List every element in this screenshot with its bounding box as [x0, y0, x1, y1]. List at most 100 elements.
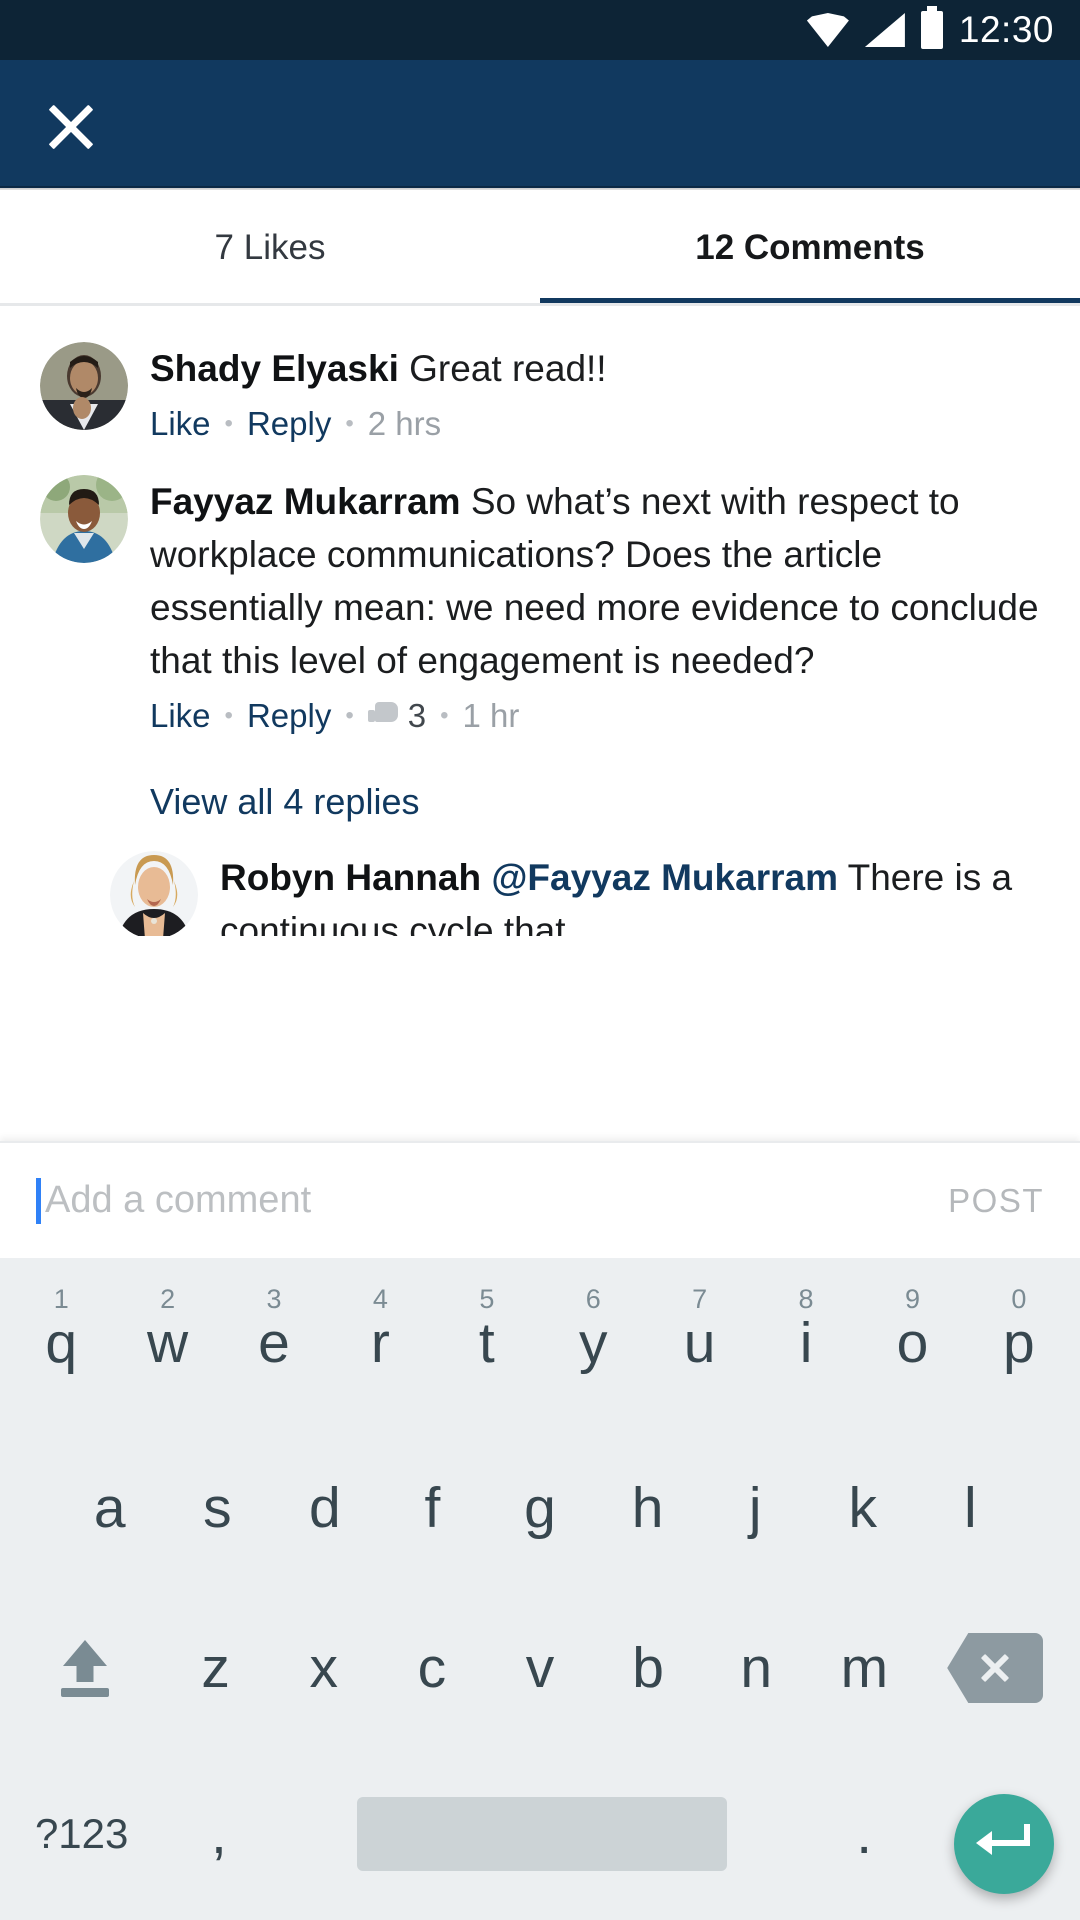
- key-k[interactable]: k: [809, 1428, 917, 1588]
- app-bar: [0, 60, 1080, 188]
- avatar[interactable]: [40, 342, 128, 430]
- period-key[interactable]: .: [801, 1748, 928, 1920]
- reply-item[interactable]: Robyn Hannah @Fayyaz Mukarram There is a…: [0, 823, 1080, 936]
- on-screen-keyboard[interactable]: 1q 2w 3e 4r 5t 6y 7u 8i 9o 0p a s d f g …: [0, 1258, 1080, 1920]
- keyboard-row-3: z x c v b n m: [0, 1588, 1080, 1748]
- key-hint-1: 1: [53, 1284, 69, 1314]
- key-label: c: [417, 1635, 447, 1700]
- comment-text: Fayyaz Mukarram So what’s next with resp…: [150, 475, 1040, 687]
- key-hint-3: 3: [266, 1284, 282, 1314]
- status-bar: 12:30: [0, 0, 1080, 60]
- key-g[interactable]: g: [486, 1428, 594, 1588]
- key-d[interactable]: d: [271, 1428, 379, 1588]
- like-action[interactable]: Like: [150, 693, 211, 739]
- key-l[interactable]: l: [917, 1428, 1025, 1588]
- like-action[interactable]: Like: [150, 401, 211, 447]
- key-hint-0: 0: [1011, 1284, 1027, 1314]
- comment-author[interactable]: Shady Elyaski: [150, 348, 399, 389]
- enter-icon: [976, 1822, 1032, 1866]
- key-label: g: [524, 1475, 556, 1540]
- space-key[interactable]: [282, 1748, 800, 1920]
- key-label: p: [1003, 1310, 1035, 1375]
- key-h[interactable]: h: [594, 1428, 702, 1588]
- cell-signal-icon: [864, 13, 905, 47]
- avatar[interactable]: [110, 851, 198, 936]
- key-m[interactable]: m: [810, 1588, 918, 1748]
- comments-list[interactable]: Shady Elyaski Great read!! Like • Reply …: [0, 306, 1080, 936]
- key-u[interactable]: 7u: [646, 1258, 752, 1428]
- comment-item[interactable]: Shady Elyaski Great read!! Like • Reply …: [0, 306, 1080, 447]
- key-hint-8: 8: [798, 1284, 814, 1314]
- key-v[interactable]: v: [486, 1588, 594, 1748]
- key-x[interactable]: x: [270, 1588, 378, 1748]
- view-all-replies-link[interactable]: View all 4 replies: [0, 781, 1080, 823]
- key-s[interactable]: s: [164, 1428, 272, 1588]
- key-label: b: [632, 1635, 664, 1700]
- key-hint-9: 9: [904, 1284, 920, 1314]
- symbols-key[interactable]: ?123: [8, 1748, 155, 1920]
- key-label: a: [93, 1475, 126, 1540]
- key-label: v: [525, 1635, 555, 1700]
- key-hint-2: 2: [160, 1284, 176, 1314]
- keyboard-row-4: ?123 , .: [0, 1748, 1080, 1920]
- tab-likes-label: 7 Likes: [214, 227, 326, 267]
- wifi-icon: [806, 13, 849, 47]
- key-q[interactable]: 1q: [8, 1258, 114, 1428]
- key-label: j: [748, 1475, 762, 1540]
- key-label: y: [578, 1310, 608, 1375]
- key-t[interactable]: 5t: [434, 1258, 540, 1428]
- tab-likes[interactable]: 7 Likes: [0, 190, 540, 305]
- reply-action[interactable]: Reply: [247, 401, 331, 447]
- reply-author[interactable]: Robyn Hannah: [220, 857, 481, 898]
- shift-key[interactable]: [8, 1588, 162, 1748]
- comment-input-placeholder[interactable]: Add a comment: [45, 1179, 948, 1222]
- key-label: .: [856, 1801, 873, 1866]
- key-label: m: [840, 1635, 889, 1700]
- comment-input-bar[interactable]: Add a comment POST: [0, 1141, 1080, 1258]
- key-b[interactable]: b: [594, 1588, 702, 1748]
- comment-message: Great read!!: [398, 348, 607, 389]
- comment-timestamp: 2 hrs: [367, 405, 442, 442]
- keyboard-row-2: a s d f g h j k l: [0, 1428, 1080, 1588]
- key-f[interactable]: f: [379, 1428, 487, 1588]
- battery-icon: [920, 6, 943, 49]
- comment-timestamp: 1 hr: [462, 697, 520, 734]
- post-button[interactable]: POST: [948, 1182, 1044, 1220]
- key-i[interactable]: 8i: [753, 1258, 859, 1428]
- key-label: z: [201, 1635, 230, 1700]
- key-label: u: [683, 1310, 716, 1375]
- comment-author[interactable]: Fayyaz Mukarram: [150, 481, 461, 522]
- avatar[interactable]: [40, 475, 128, 563]
- separator-dot: •: [440, 702, 449, 729]
- key-hint-7: 7: [692, 1284, 708, 1314]
- spacebar-surface: [356, 1797, 727, 1871]
- key-a[interactable]: a: [56, 1428, 164, 1588]
- like-count: 3: [407, 697, 427, 734]
- key-r[interactable]: 4r: [327, 1258, 433, 1428]
- reply-mention[interactable]: @Fayyaz Mukarram: [481, 857, 838, 898]
- comma-key[interactable]: ,: [155, 1748, 282, 1920]
- separator-dot: •: [224, 410, 233, 437]
- reply-action[interactable]: Reply: [247, 693, 331, 739]
- tab-bar: 7 Likes 12 Comments: [0, 190, 1080, 305]
- tab-comments[interactable]: 12 Comments: [540, 190, 1080, 305]
- keyboard-row-1: 1q 2w 3e 4r 5t 6y 7u 8i 9o 0p: [0, 1258, 1080, 1428]
- key-j[interactable]: j: [701, 1428, 809, 1588]
- backspace-key[interactable]: [918, 1588, 1072, 1748]
- key-hint-4: 4: [372, 1284, 388, 1314]
- key-y[interactable]: 6y: [540, 1258, 646, 1428]
- key-o[interactable]: 9o: [859, 1258, 965, 1428]
- key-n[interactable]: n: [702, 1588, 810, 1748]
- key-w[interactable]: 2w: [114, 1258, 220, 1428]
- key-hint-5: 5: [479, 1284, 495, 1314]
- key-z[interactable]: z: [162, 1588, 270, 1748]
- key-c[interactable]: c: [378, 1588, 486, 1748]
- reply-body: Robyn Hannah @Fayyaz Mukarram There is a…: [220, 851, 1040, 936]
- key-e[interactable]: 3e: [221, 1258, 327, 1428]
- enter-key[interactable]: [954, 1794, 1054, 1894]
- key-p[interactable]: 0p: [966, 1258, 1072, 1428]
- comment-text: Shady Elyaski Great read!!: [150, 342, 1040, 395]
- close-icon[interactable]: [40, 96, 102, 158]
- comment-body: Fayyaz Mukarram So what’s next with resp…: [150, 475, 1040, 739]
- comment-item[interactable]: Fayyaz Mukarram So what’s next with resp…: [0, 447, 1080, 739]
